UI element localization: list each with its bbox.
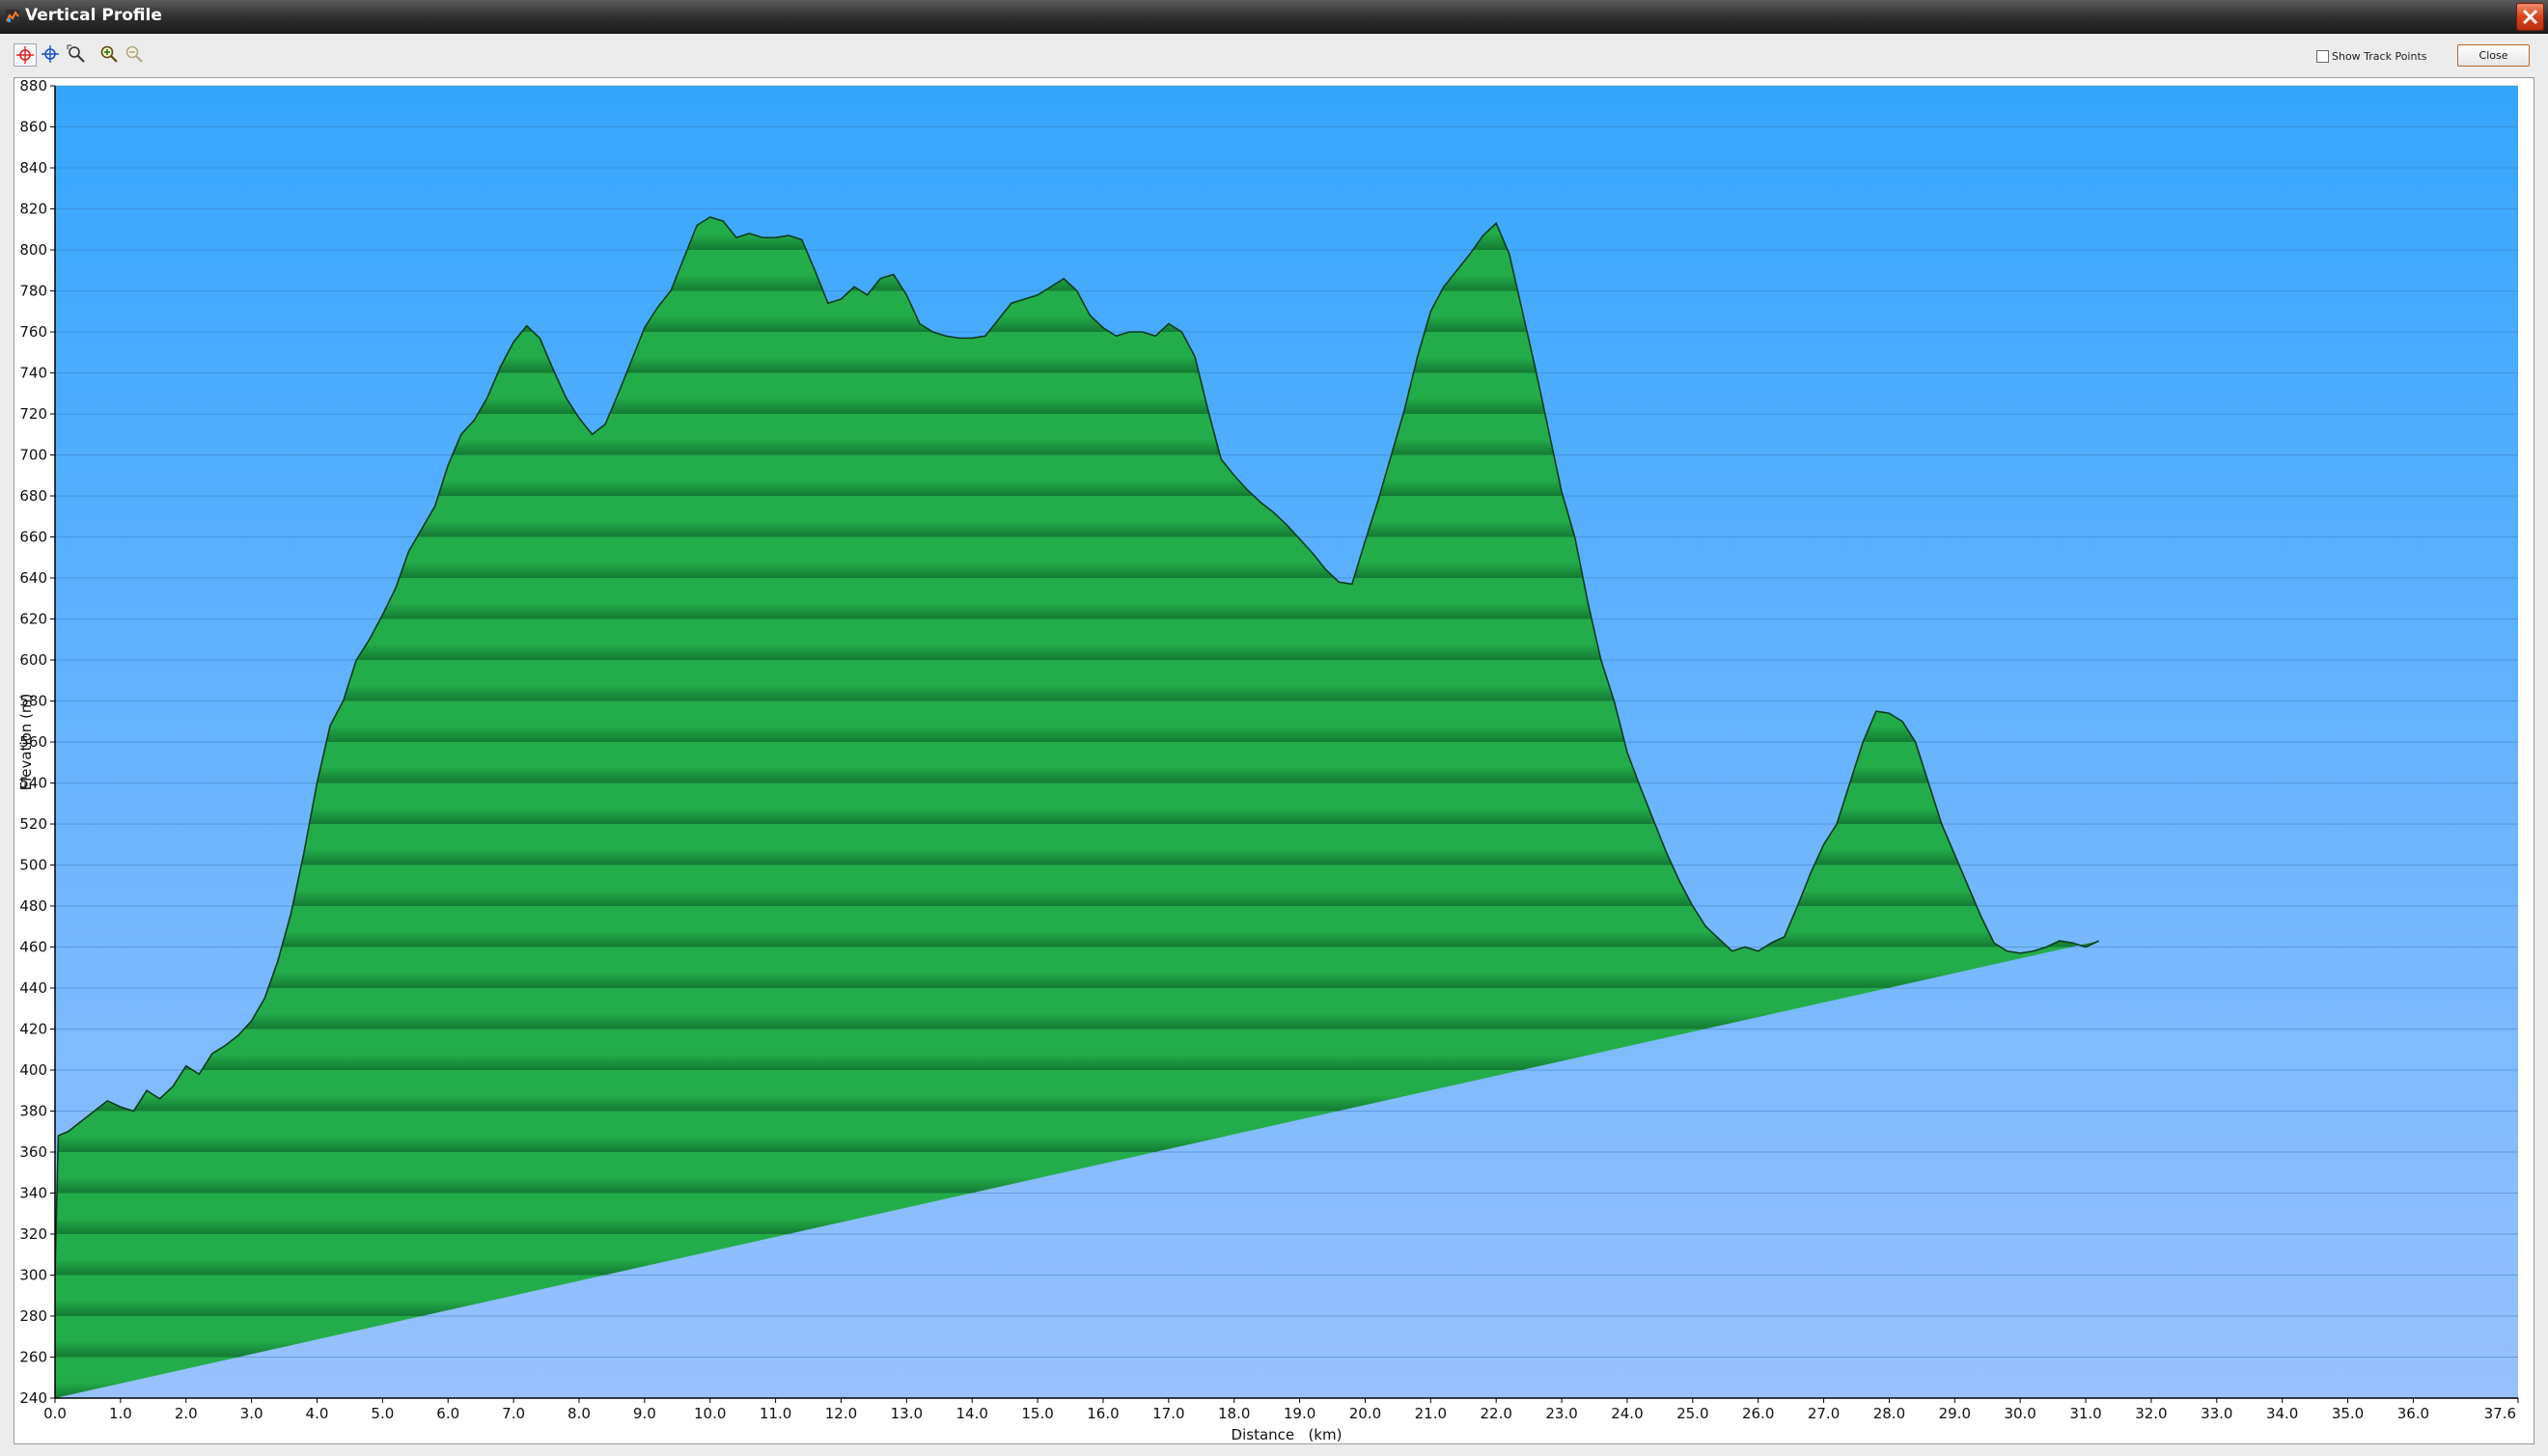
x-tick-label: 8.0 (568, 1405, 591, 1422)
x-tick-label: 13.0 (891, 1405, 923, 1422)
window-titlebar: Vertical Profile (0, 0, 2548, 34)
x-tick-label: 34.0 (2266, 1405, 2298, 1422)
zoom-out-tool[interactable] (124, 43, 147, 67)
y-tick-label: 860 (19, 119, 47, 136)
y-tick-label: 660 (19, 529, 47, 546)
y-tick-label: 680 (19, 487, 47, 505)
profile-app-icon (6, 10, 19, 23)
y-tick-label: 420 (19, 1021, 47, 1038)
x-tick-label: 17.0 (1152, 1405, 1184, 1422)
zoom-in-icon (100, 45, 118, 63)
y-tick-label: 800 (19, 241, 47, 259)
y-tick-label: 440 (19, 979, 47, 997)
x-tick-label: 7.0 (502, 1405, 525, 1422)
x-tick-label: 14.0 (956, 1405, 988, 1422)
y-tick-label: 840 (19, 159, 47, 177)
select-point-tool[interactable] (14, 43, 37, 67)
y-tick-label: 320 (19, 1225, 47, 1243)
y-tick-label: 720 (19, 405, 47, 423)
x-tick-label: 35.0 (2332, 1405, 2364, 1422)
x-tick-label: 3.0 (240, 1405, 263, 1422)
x-tick-label: 20.0 (1349, 1405, 1381, 1422)
x-tick-label: 16.0 (1087, 1405, 1119, 1422)
y-tick-label: 340 (19, 1185, 47, 1202)
x-tick-label: 5.0 (371, 1405, 394, 1422)
x-tick-label: 6.0 (436, 1405, 459, 1422)
x-tick-label: 23.0 (1545, 1405, 1577, 1422)
x-tick-label: 37.6 (2484, 1405, 2516, 1422)
x-tick-label: 0.0 (43, 1405, 67, 1422)
y-tick-label: 760 (19, 323, 47, 341)
y-tick-label: 620 (19, 611, 47, 628)
show-track-points-checkbox[interactable] (2316, 49, 2329, 63)
x-tick-label: 36.0 (2397, 1405, 2429, 1422)
y-tick-label: 880 (19, 78, 47, 95)
y-tick-label: 700 (19, 447, 47, 464)
y-tick-label: 360 (19, 1143, 47, 1161)
y-tick-label: 640 (19, 569, 47, 587)
x-tick-label: 28.0 (1873, 1405, 1905, 1422)
x-tick-label: 4.0 (306, 1405, 329, 1422)
y-tick-label: 380 (19, 1103, 47, 1120)
y-tick-label: 400 (19, 1061, 47, 1079)
elevation-profile-chart[interactable]: 880 860 840 820 800 780 760 740 720 700 680 660 640 6… (14, 78, 2534, 1443)
show-track-points-toggle[interactable]: Show Track Points (2316, 46, 2427, 66)
blue-crosshair-icon (42, 45, 59, 63)
window-close-button[interactable] (2516, 3, 2544, 31)
show-track-points-label: Show Track Points (2332, 49, 2427, 63)
x-tick-label: 1.0 (109, 1405, 132, 1422)
x-tick-label: 19.0 (1284, 1405, 1316, 1422)
x-tick-label: 22.0 (1480, 1405, 1511, 1422)
zoom-region-icon (67, 44, 85, 63)
x-tick-label: 12.0 (825, 1405, 857, 1422)
elevation-chart-frame: 880 860 840 820 800 780 760 740 720 700 680 660 640 6… (14, 77, 2534, 1444)
x-tick-label: 31.0 (2069, 1405, 2101, 1422)
close-button[interactable]: Close (2457, 44, 2530, 67)
close-icon (2522, 9, 2538, 25)
red-crosshair-icon (16, 46, 34, 64)
x-tick-label: 27.0 (1808, 1405, 1840, 1422)
x-tick-label: 10.0 (694, 1405, 726, 1422)
x-tick-label: 33.0 (2201, 1405, 2232, 1422)
toolbar (0, 34, 2548, 78)
x-tick-label: 11.0 (760, 1405, 791, 1422)
x-tick-label: 32.0 (2135, 1405, 2167, 1422)
y-tick-label: 460 (19, 939, 47, 956)
y-tick-label: 500 (19, 857, 47, 874)
window-title: Vertical Profile (25, 6, 162, 25)
x-tick-label: 9.0 (633, 1405, 656, 1422)
pan-crosshair-tool[interactable] (40, 43, 63, 67)
y-tick-label: 480 (19, 897, 47, 915)
y-tick-label: 280 (19, 1307, 47, 1325)
x-tick-label: 18.0 (1218, 1405, 1250, 1422)
zoom-region-tool[interactable] (66, 43, 89, 67)
x-tick-label: 2.0 (175, 1405, 198, 1422)
y-tick-label: 520 (19, 815, 47, 833)
x-axis-label: Distance (km) (1232, 1426, 1343, 1443)
x-tick-label: 15.0 (1021, 1405, 1053, 1422)
y-axis-label: Elevation (m) (17, 694, 35, 791)
x-tick-label: 25.0 (1676, 1405, 1708, 1422)
y-tick-label: 740 (19, 365, 47, 382)
x-tick-label: 30.0 (2004, 1405, 2036, 1422)
x-tick-label: 24.0 (1611, 1405, 1643, 1422)
y-tick-label: 300 (19, 1267, 47, 1284)
zoom-in-tool[interactable] (98, 43, 122, 67)
y-tick-label: 600 (19, 651, 47, 669)
x-tick-label: 26.0 (1742, 1405, 1774, 1422)
x-tick-label: 29.0 (1939, 1405, 1971, 1422)
y-tick-label: 260 (19, 1349, 47, 1366)
x-tick-label: 21.0 (1415, 1405, 1447, 1422)
y-tick-label: 780 (19, 283, 47, 300)
zoom-out-icon (125, 45, 143, 63)
y-tick-label: 820 (19, 201, 47, 218)
